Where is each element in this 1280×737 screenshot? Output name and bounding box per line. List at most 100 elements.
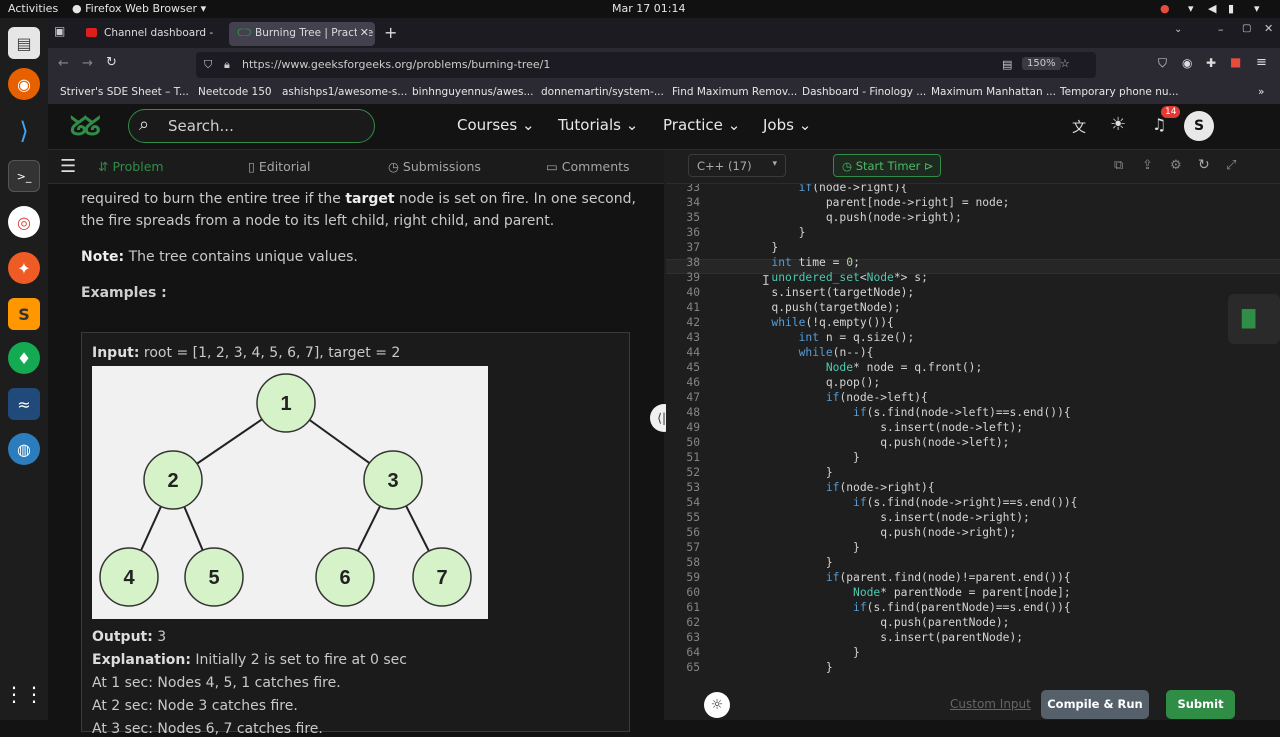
sublime-text-icon[interactable]: S <box>8 298 40 330</box>
bookmark-6[interactable]: Find Maximum Remov... <box>672 86 797 98</box>
code-line: 46 q.pop(); <box>666 376 1280 391</box>
code-text: } <box>717 541 860 554</box>
translate-icon[interactable]: 文 <box>1072 117 1086 137</box>
nav-practice[interactable]: Practice ⌄ <box>663 116 740 134</box>
hint-lightbulb-icon[interactable]: ☼ <box>704 692 730 718</box>
line-number: 59 <box>686 571 700 584</box>
start-timer-button[interactable]: ◷ Start Timer ⊳ <box>833 154 941 177</box>
comment-icon: ▭ <box>546 159 558 174</box>
code-line: 59 if(parent.find(node)!=parent.end()){ <box>666 571 1280 586</box>
theme-toggle-icon[interactable]: ☀ <box>1110 114 1126 135</box>
activities-button[interactable]: Activities <box>8 2 58 15</box>
line-number: 45 <box>686 361 700 374</box>
upload-icon[interactable]: ⇪ <box>1142 158 1153 173</box>
gfg-logo[interactable]: ᘜᘜ <box>70 112 101 143</box>
zoom-level[interactable]: 150% <box>1022 57 1061 70</box>
nav-tutorials[interactable]: Tutorials ⌄ <box>558 116 638 134</box>
bookmark-8[interactable]: Maximum Manhattan ... <box>931 86 1056 98</box>
bookmark-star-icon[interactable]: ☆ <box>1060 57 1070 70</box>
forward-icon[interactable]: → <box>82 56 93 71</box>
close-tab-icon[interactable]: ✕ <box>356 26 369 39</box>
pocket-icon[interactable]: ⛉ <box>1158 56 1167 71</box>
nav-courses[interactable]: Courses ⌄ <box>457 116 535 134</box>
reload-icon[interactable]: ↻ <box>106 55 117 70</box>
tree-node-label: 1 <box>280 393 291 415</box>
note-label: Note: <box>81 249 125 265</box>
text: required to burn the entire tree if the <box>81 191 346 207</box>
bookmark-5[interactable]: donnemartin/system-... <box>541 86 664 98</box>
code-editor[interactable]: 33 if(node->right){34 parent[node->right… <box>666 184 1280 688</box>
show-apps-icon[interactable]: ⋮⋮ <box>4 678 44 710</box>
custom-input-link[interactable]: Custom Input <box>950 697 1031 711</box>
notifications-icon[interactable]: ♫ <box>1152 115 1166 134</box>
app-menu[interactable]: ● Firefox Web Browser ▾ <box>72 2 206 15</box>
submit-button[interactable]: Submit <box>1166 690 1235 719</box>
reset-icon[interactable]: ↻ <box>1198 157 1210 173</box>
reader-view-icon[interactable]: ▤ <box>1002 58 1012 71</box>
files-icon[interactable]: ▤ <box>8 27 40 59</box>
line-number: 53 <box>686 481 700 494</box>
terminal-icon[interactable]: >_ <box>8 160 40 192</box>
note-paragraph: Note: The tree contains unique values. <box>81 246 641 268</box>
firefox-icon[interactable]: ◉ <box>8 68 40 100</box>
tab-editorial[interactable]: ▯ Editorial <box>248 159 310 174</box>
vscode-icon[interactable]: ⟩ <box>8 115 40 147</box>
example-explanation: Explanation: Initially 2 is set to fire … <box>92 652 407 668</box>
code-line: 63 s.insert(parentNode); <box>666 631 1280 646</box>
bookmark-4[interactable]: binhnguyennus/awes... <box>412 86 533 98</box>
new-tab-icon[interactable]: + <box>384 23 397 42</box>
tab-problem[interactable]: ⇵ Problem <box>98 159 164 174</box>
list-all-tabs-icon[interactable]: ⌄ <box>1174 24 1182 35</box>
window-close-icon[interactable]: ✕ <box>1264 22 1273 35</box>
nav-label: Practice <box>663 116 723 134</box>
mongodb-compass-icon[interactable]: ♦ <box>8 342 40 374</box>
minimize-icon[interactable]: – <box>1218 23 1224 36</box>
tab-list-icon[interactable]: ▣ <box>54 24 65 38</box>
compile-run-button[interactable]: Compile & Run <box>1041 690 1149 719</box>
lock-icon[interactable]: 🔒︎ <box>224 58 230 72</box>
chat-bubble-button[interactable]: ▆ <box>1228 294 1280 344</box>
volume-icon[interactable]: ◀ <box>1208 2 1216 15</box>
tab-submissions[interactable]: ◷ Submissions <box>388 159 481 174</box>
settings-gear-icon[interactable]: ⚙ <box>1170 158 1182 173</box>
bookmark-2[interactable]: Neetcode 150 <box>198 86 272 98</box>
bookmark-1[interactable]: Striver's SDE Sheet – T... <box>60 86 189 98</box>
menu-icon[interactable]: ≡ <box>1256 55 1267 70</box>
postman-icon[interactable]: ✦ <box>8 252 40 284</box>
url-text[interactable]: https://www.geeksforgeeks.org/problems/b… <box>242 58 550 71</box>
language-select[interactable]: C++ (17) ▾ <box>688 154 786 177</box>
bookmark-7[interactable]: Dashboard - Finology ... <box>802 86 926 98</box>
bookmark-3[interactable]: ashishps1/awesome-s... <box>282 86 407 98</box>
url-bar[interactable]: ⛉ 🔒︎ https://www.geeksforgeeks.org/probl… <box>196 52 1096 78</box>
clock[interactable]: Mar 17 01:14 <box>612 2 685 15</box>
copy-icon[interactable]: ⧉ <box>1114 158 1123 173</box>
tracking-protection-icon[interactable]: ⛉ <box>204 58 212 72</box>
battery-icon[interactable]: ▮ <box>1228 2 1234 15</box>
more-bookmarks-icon[interactable]: » <box>1258 86 1264 98</box>
search-box[interactable]: ⌕ Search... <box>128 109 375 143</box>
line-number: 50 <box>686 436 700 449</box>
code-line: 38 int time = 0; <box>666 256 1280 271</box>
power-menu-icon[interactable]: ▾ <box>1254 2 1260 15</box>
extension-badge-icon[interactable]: ■ <box>1230 55 1241 69</box>
tab-burning-tree[interactable]: ᑕᑐ Burning Tree | Practice | G ✕ <box>229 22 375 46</box>
search-input[interactable]: Search... <box>168 117 234 135</box>
code-line: 56 q.push(node->right); <box>666 526 1280 541</box>
mysql-workbench-icon[interactable]: ≈ <box>8 388 40 420</box>
tab-comments[interactable]: ▭ Comments <box>546 159 630 174</box>
bookmark-9[interactable]: Temporary phone nu... <box>1060 86 1179 98</box>
editor-panel: C++ (17) ▾ ◷ Start Timer ⊳ ⧉ ⇪ ⚙ ↻ ⤢ 33 i… <box>666 150 1280 720</box>
maximize-icon[interactable]: ▢ <box>1242 23 1251 34</box>
account-icon[interactable]: ◉ <box>1182 56 1192 70</box>
fullscreen-icon[interactable]: ⤢ <box>1226 158 1236 173</box>
tab-channel-dashboard[interactable]: Channel dashboard - You <box>78 22 213 46</box>
back-icon[interactable]: ← <box>58 56 69 71</box>
nav-jobs[interactable]: Jobs ⌄ <box>763 116 811 134</box>
wifi-icon[interactable]: ▾ <box>1188 2 1194 15</box>
line-number: 37 <box>686 241 700 254</box>
extensions-icon[interactable]: ✚ <box>1206 56 1216 70</box>
hamburger-menu-icon[interactable]: ☰ <box>60 156 76 177</box>
chrome-icon[interactable]: ◎ <box>8 206 40 238</box>
avatar[interactable]: S <box>1184 111 1214 141</box>
globe-app-icon[interactable]: ◍ <box>8 433 40 465</box>
